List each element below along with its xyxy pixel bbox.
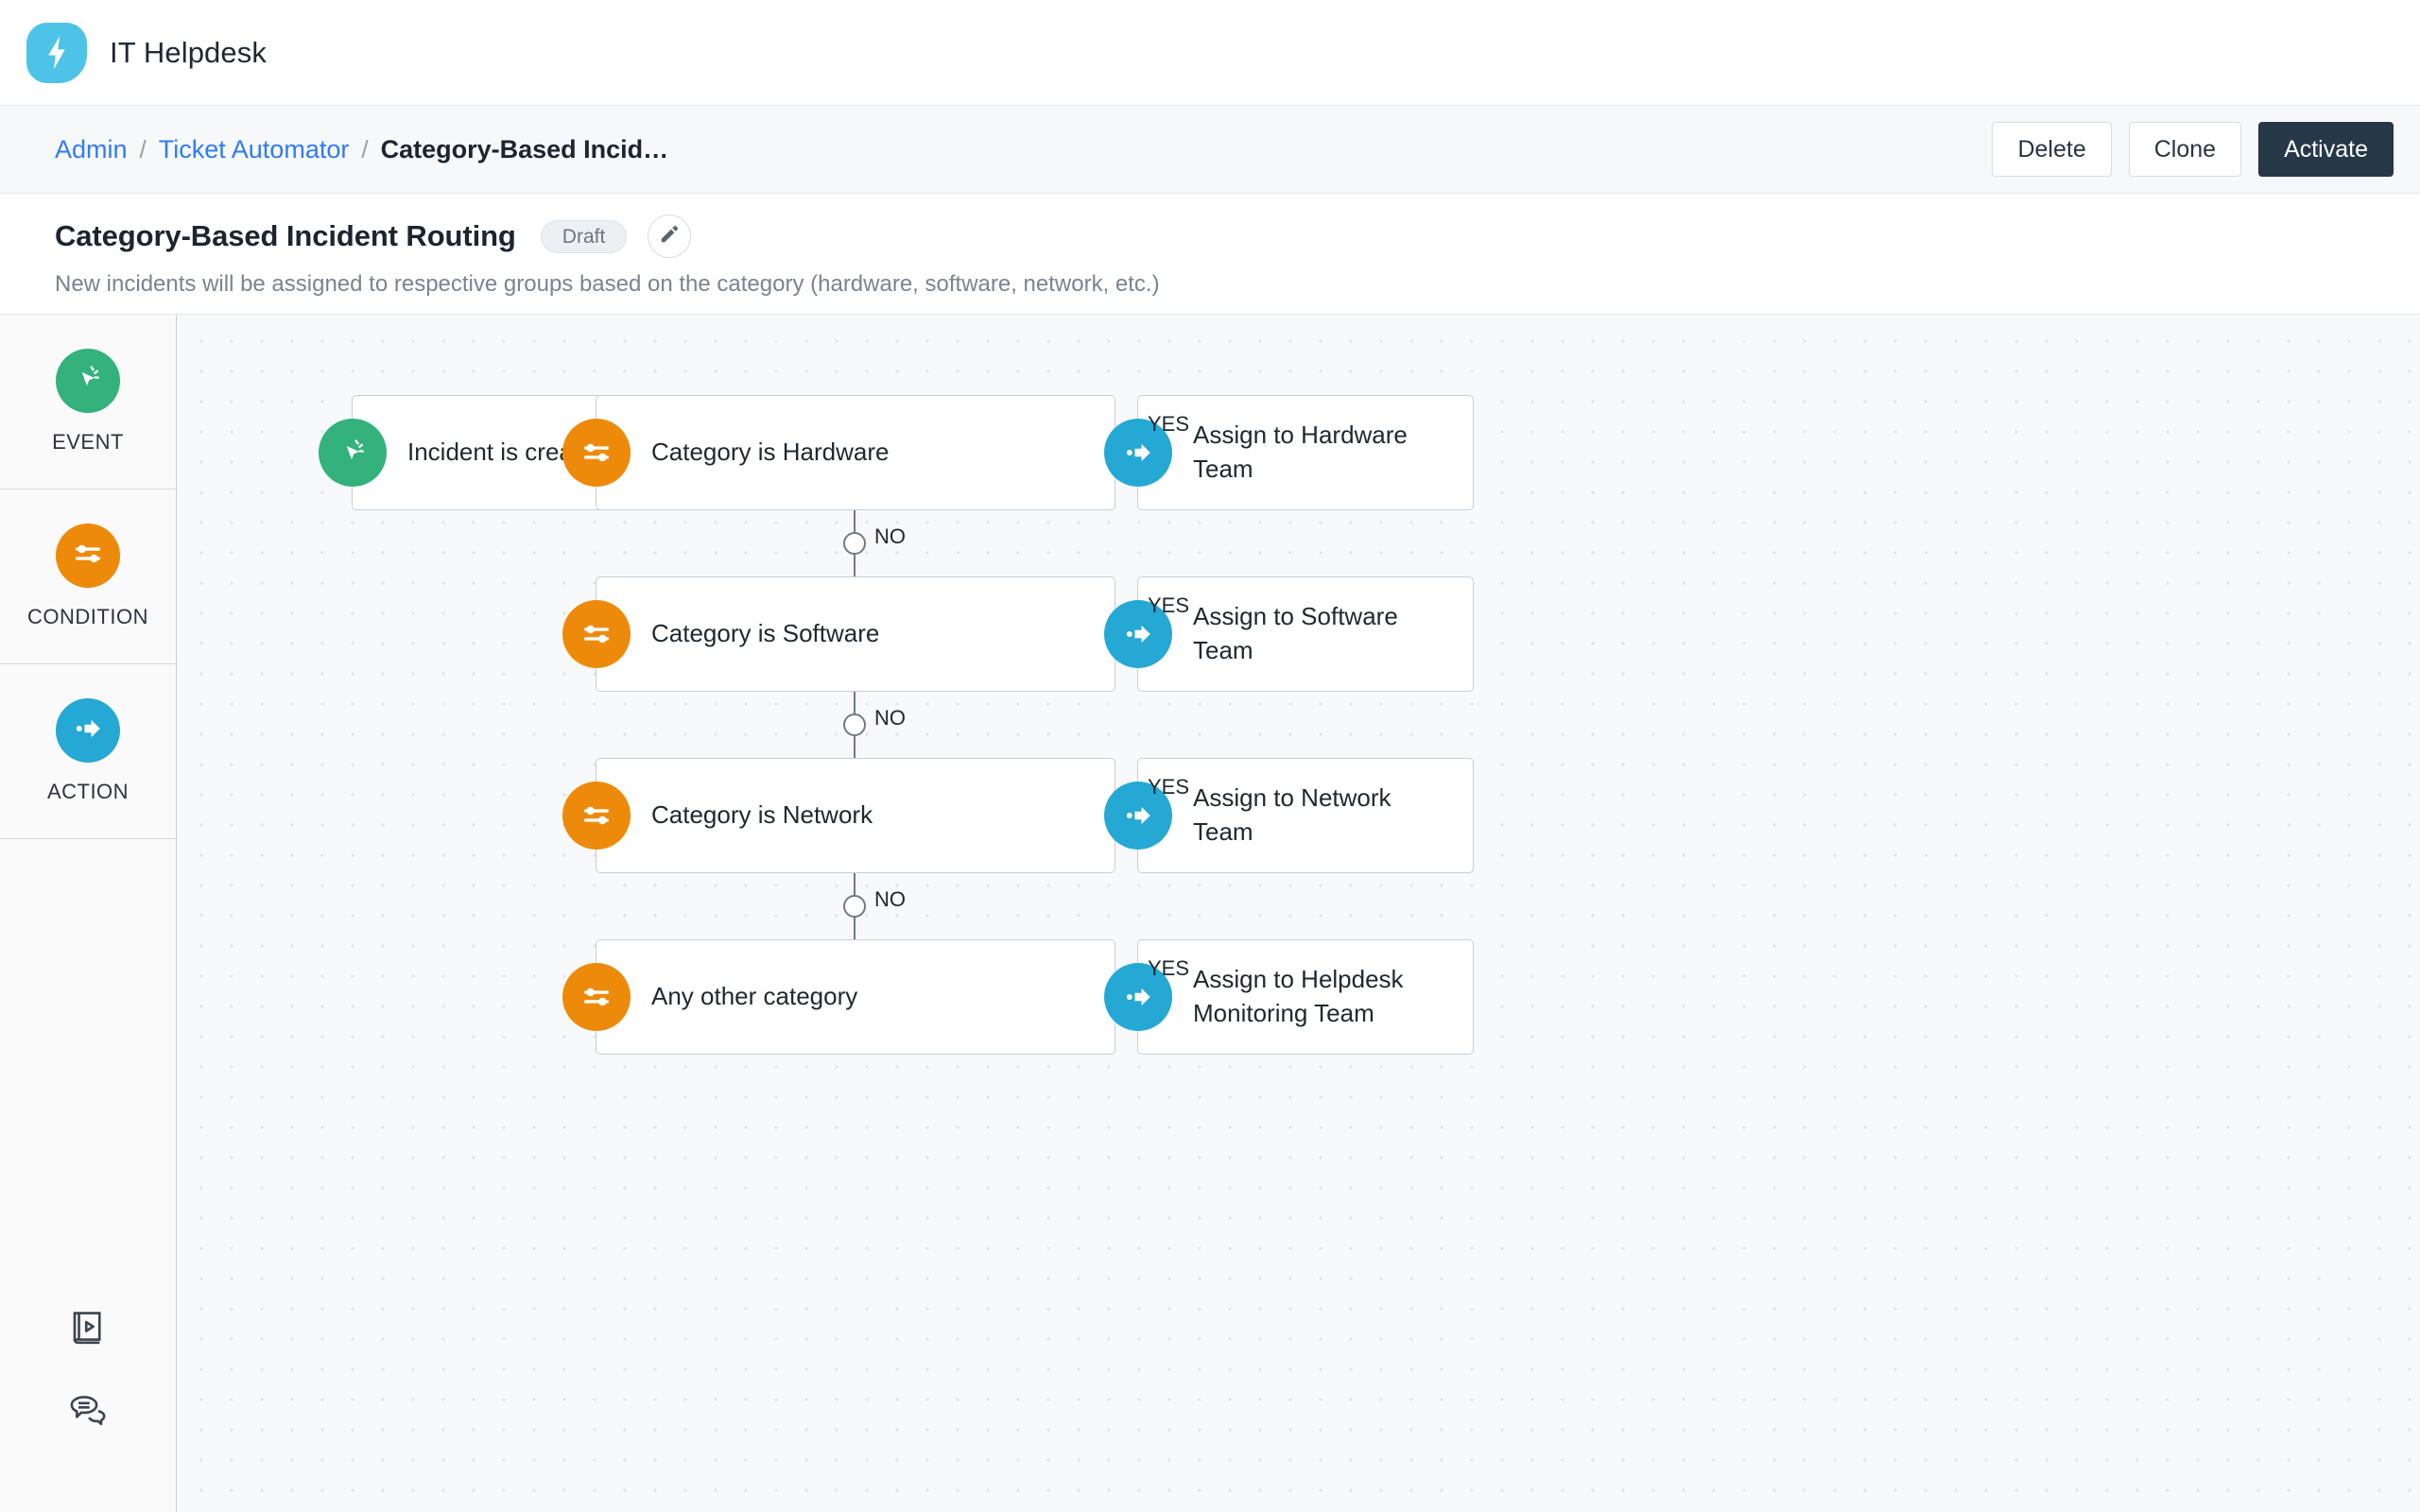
pencil-icon — [659, 224, 680, 249]
app-logo — [26, 23, 87, 83]
palette-item-label: EVENT — [52, 430, 124, 455]
flow-node-condition-network[interactable]: Category is Network — [596, 758, 1115, 873]
node-label: Category is Network — [596, 799, 891, 833]
title-row: Category-Based Incident Routing Draft — [55, 215, 2394, 258]
breadcrumb-item-admin[interactable]: Admin — [55, 135, 128, 164]
flow-canvas[interactable]: Incident is created Category is Hardware — [177, 315, 2420, 1512]
status-badge: Draft — [541, 220, 628, 253]
edge-label-no: NO — [874, 524, 906, 549]
condition-icon-badge — [562, 782, 631, 850]
breadcrumb-separator: / — [361, 135, 368, 164]
condition-icon-badge — [562, 600, 631, 668]
node-label: Category is Software — [596, 617, 898, 651]
sliders-filter-icon — [580, 799, 613, 832]
chat-bubbles-feedback-icon[interactable] — [68, 1391, 108, 1431]
book-play-tutorial-icon[interactable] — [68, 1308, 108, 1348]
page-title: Category-Based Incident Routing — [55, 219, 516, 253]
cursor-click-icon — [337, 437, 369, 469]
edge-label-yes: YES — [1148, 956, 1189, 981]
sliders-filter-icon — [580, 618, 613, 650]
event-icon-badge — [319, 419, 387, 487]
dot-arrow-right-icon — [1122, 799, 1154, 832]
cursor-click-icon — [72, 363, 104, 400]
node-label: Any other category — [596, 980, 876, 1014]
app-name: IT Helpdesk — [110, 36, 267, 70]
sliders-filter-icon — [72, 538, 104, 575]
breadcrumb-separator: / — [140, 135, 147, 164]
edge-label-no: NO — [874, 887, 906, 912]
editor-body: EVENT CONDITION — [0, 315, 2420, 1512]
flow-node-condition-other[interactable]: Any other category — [596, 939, 1115, 1055]
clone-button[interactable]: Clone — [2129, 122, 2241, 177]
edge-label-yes: YES — [1148, 412, 1189, 437]
palette-item-label: ACTION — [47, 780, 129, 804]
condition-icon-badge — [562, 419, 631, 487]
header-action-group: Delete Clone Activate — [1992, 122, 2394, 177]
sliders-filter-icon — [580, 981, 613, 1013]
flow-title-block: Category-Based Incident Routing Draft Ne… — [0, 194, 2420, 315]
palette-item-label: CONDITION — [27, 605, 148, 629]
palette-item-action[interactable]: ACTION — [0, 664, 176, 839]
palette-bottom-tools — [0, 1308, 176, 1512]
lightning-bolt-icon — [43, 35, 71, 71]
edge-label-yes: YES — [1148, 775, 1189, 799]
breadcrumb-item-current: Category-Based Incid… — [381, 135, 669, 164]
breadcrumb-item-ticket-automator[interactable]: Ticket Automator — [159, 135, 350, 164]
event-icon-badge — [56, 349, 120, 413]
activate-button[interactable]: Activate — [2258, 122, 2394, 177]
flow-node-condition-software[interactable]: Category is Software — [596, 576, 1115, 692]
breadcrumb: Admin / Ticket Automator / Category-Base… — [55, 135, 668, 164]
palette-spacer — [0, 839, 176, 1308]
condition-icon-badge — [562, 963, 631, 1031]
flow-description: New incidents will be assigned to respec… — [55, 271, 2394, 298]
dot-arrow-right-icon — [1122, 981, 1154, 1013]
app-header: IT Helpdesk — [0, 0, 2420, 106]
delete-button[interactable]: Delete — [1992, 122, 2111, 177]
dot-arrow-right-icon — [1122, 437, 1154, 469]
edit-flow-button[interactable] — [648, 215, 691, 258]
edge-label-yes: YES — [1148, 593, 1189, 618]
dot-arrow-right-icon — [72, 713, 104, 749]
node-palette: EVENT CONDITION — [0, 315, 177, 1512]
palette-item-event[interactable]: EVENT — [0, 315, 176, 490]
edge-label-no: NO — [874, 706, 906, 730]
node-label: Category is Hardware — [596, 436, 908, 470]
palette-item-condition[interactable]: CONDITION — [0, 490, 176, 664]
dot-arrow-right-icon — [1122, 618, 1154, 650]
breadcrumb-bar: Admin / Ticket Automator / Category-Base… — [0, 106, 2420, 194]
flow-node-condition-hardware[interactable]: Category is Hardware — [596, 395, 1115, 510]
condition-icon-badge — [56, 524, 120, 588]
sliders-filter-icon — [580, 437, 613, 469]
action-icon-badge — [56, 698, 120, 763]
